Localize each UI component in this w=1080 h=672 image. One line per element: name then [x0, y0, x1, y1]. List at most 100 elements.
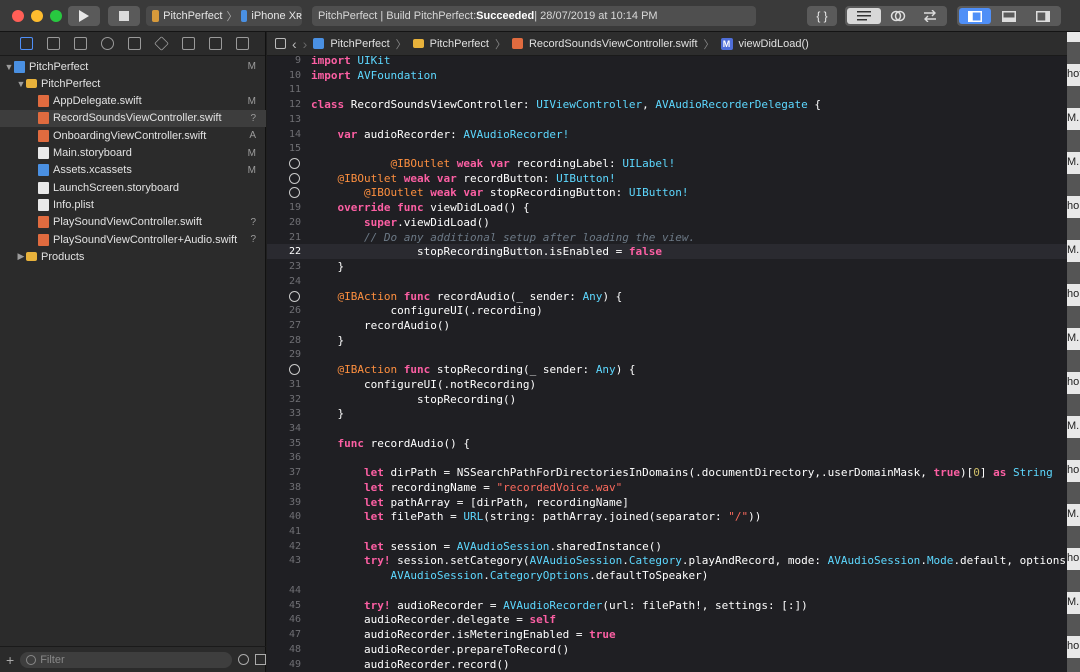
code-line[interactable]: 31 configureUI(.notRecording) — [267, 377, 1067, 392]
code-line[interactable]: 23 } — [267, 259, 1067, 274]
code-line[interactable]: 10 import AVFoundation — [267, 68, 1067, 83]
code-line[interactable]: 36 — [267, 450, 1067, 465]
code-line[interactable]: 27 recordAudio() — [267, 318, 1067, 333]
code-line[interactable]: 46 audioRecorder.delegate = self — [267, 612, 1067, 627]
inspector-toggle-button[interactable] — [1027, 8, 1059, 24]
outlet-connection-circle-icon[interactable] — [289, 364, 300, 376]
assistant-editor-button[interactable] — [883, 8, 913, 24]
code-line[interactable]: 17 @IBOutlet weak var recordButton: UIBu… — [267, 171, 1067, 186]
chevron-left-icon[interactable]: ‹ — [292, 36, 297, 52]
code-line[interactable]: 21 // Do any additional setup after load… — [267, 230, 1067, 245]
minimize-window-button[interactable] — [31, 10, 43, 22]
code-line[interactable]: 44 — [267, 583, 1067, 598]
disclosure-triangle-icon[interactable]: ▼ — [16, 79, 26, 89]
code-line[interactable]: 48 audioRecorder.prepareToRecord() — [267, 642, 1067, 657]
side-window-text: hot — [1067, 68, 1080, 80]
symbol-navigator-icon[interactable] — [74, 37, 87, 50]
outlet-connection-circle-icon[interactable] — [289, 158, 300, 170]
disclosure-triangle-icon[interactable]: ▼ — [4, 62, 14, 72]
scheme-selector[interactable]: PitchPerfect 〉 iPhone Xʀ — [146, 6, 302, 26]
test-navigator-diamond-icon[interactable] — [154, 36, 169, 51]
debug-area-toggle-button[interactable] — [993, 8, 1025, 24]
report-speech-bubble-icon[interactable] — [236, 37, 249, 50]
code-line[interactable]: 29 — [267, 347, 1067, 362]
file-tree-row[interactable]: Main.storyboard M — [0, 145, 266, 162]
file-tree-row[interactable]: ▼ PitchPerfect — [0, 75, 266, 92]
breadcrumb-project[interactable]: PitchPerfect — [330, 38, 389, 50]
code-line[interactable]: 14 var audioRecorder: AVAudioRecorder! — [267, 127, 1067, 142]
code-line[interactable]: 37 let dirPath = NSSearchPathForDirector… — [267, 465, 1067, 480]
code-line[interactable]: 47 audioRecorder.isMeteringEnabled = tru… — [267, 627, 1067, 642]
code-line[interactable]: 19 override func viewDidLoad() { — [267, 200, 1067, 215]
code-line[interactable]: 34 — [267, 421, 1067, 436]
line-number: 40 — [288, 511, 301, 523]
project-navigator-folder-icon[interactable] — [20, 37, 33, 50]
breakpoint-tag-icon[interactable] — [209, 37, 222, 50]
code-line[interactable]: 15 — [267, 141, 1067, 156]
related-items-grid-icon[interactable] — [275, 38, 286, 49]
filter-input[interactable]: Filter — [20, 651, 233, 668]
code-line[interactable]: 26 configureUI(.recording) — [267, 303, 1067, 318]
code-line[interactable]: 28 } — [267, 333, 1067, 348]
file-tree-row[interactable]: ▼ PitchPerfect M — [0, 58, 266, 75]
file-tree-row[interactable]: Assets.xcassets M — [0, 162, 266, 179]
file-tree-row[interactable]: Info.plist — [0, 196, 266, 213]
code-line[interactable]: 12 class RecordSoundsViewController: UIVi… — [267, 97, 1067, 112]
code-line[interactable]: 9 import UIKit — [267, 56, 1067, 68]
standard-editor-button[interactable] — [847, 8, 881, 24]
chevron-right-icon[interactable]: › — [303, 36, 308, 52]
code-line[interactable]: 41 — [267, 524, 1067, 539]
recent-files-clock-icon[interactable] — [238, 654, 250, 665]
zoom-window-button[interactable] — [50, 10, 62, 22]
code-line[interactable]: AVAudioSession.CategoryOptions.defaultTo… — [267, 568, 1067, 583]
disclosure-triangle-icon[interactable]: ▶ — [16, 251, 26, 262]
file-tree-row[interactable]: RecordSoundsViewController.swift? — [0, 109, 266, 127]
code-line[interactable]: 24 — [267, 274, 1067, 289]
code-line[interactable]: 11 — [267, 82, 1067, 97]
file-tree-row[interactable]: LaunchScreen.storyboard — [0, 179, 266, 196]
code-line[interactable]: 25 @IBAction func recordAudio(_ sender: … — [267, 289, 1067, 304]
panel-toggle-segmented-control[interactable] — [957, 6, 1061, 26]
close-window-button[interactable] — [12, 10, 24, 22]
code-line[interactable]: 35 func recordAudio() { — [267, 436, 1067, 451]
code-review-button[interactable]: { } — [807, 6, 837, 26]
code-line[interactable]: 39 let pathArray = [dirPath, recordingNa… — [267, 495, 1067, 510]
breadcrumb-file[interactable]: RecordSoundsViewController.swift — [529, 38, 698, 50]
code-line[interactable]: 16 @IBOutlet weak var recordingLabel: UI… — [267, 156, 1067, 171]
navigator-toggle-button[interactable] — [959, 8, 991, 24]
file-tree-row[interactable]: PlaySoundViewController.swift? — [0, 214, 266, 231]
code-line[interactable]: 38 let recordingName = "recordedVoice.wa… — [267, 480, 1067, 495]
file-tree-row[interactable]: PlaySoundViewController+Audio.swift? — [0, 231, 266, 248]
file-tree-row[interactable]: OnboardingViewController.swift A — [0, 127, 266, 144]
code-line[interactable]: 45 try! audioRecorder = AVAudioRecorder(… — [267, 598, 1067, 613]
stop-button[interactable] — [108, 6, 140, 26]
source-control-icon[interactable] — [47, 37, 60, 50]
code-line[interactable]: 30 @IBAction func stopRecording(_ sender… — [267, 362, 1067, 377]
source-editor[interactable]: 9 import UIKit 10 import AVFoundation 11 12 cl… — [267, 56, 1067, 672]
file-tree-row[interactable]: AppDelegate.swift M — [0, 93, 266, 110]
editor-mode-segmented-control[interactable] — [845, 6, 947, 26]
file-tree-row[interactable]: ▶ Products — [0, 248, 266, 265]
find-navigator-icon[interactable] — [101, 37, 114, 50]
breadcrumb-method[interactable]: viewDidLoad() — [739, 38, 809, 50]
code-line[interactable]: 22 stopRecordingButton.isEnabled = false — [267, 244, 1067, 260]
breadcrumb-group[interactable]: PitchPerfect — [430, 38, 489, 50]
code-line[interactable]: 42 let session = AVAudioSession.sharedIn… — [267, 539, 1067, 554]
run-button[interactable] — [68, 6, 100, 26]
code-line[interactable]: 32 stopRecording() — [267, 392, 1067, 407]
code-line[interactable]: 33 } — [267, 406, 1067, 421]
code-line[interactable]: 13 — [267, 112, 1067, 127]
code-line[interactable]: 20 super.viewDidLoad() — [267, 215, 1067, 230]
code-line[interactable]: 43 try! session.setCategory(AVAudioSessi… — [267, 553, 1067, 568]
code-line[interactable]: 40 let filePath = URL(string: pathArray.… — [267, 509, 1067, 524]
outlet-connection-circle-icon[interactable] — [289, 187, 300, 199]
version-editor-button[interactable] — [915, 8, 945, 24]
issue-warning-icon[interactable] — [128, 37, 141, 50]
debug-navigator-icon[interactable] — [182, 37, 195, 50]
code-line[interactable]: 49 audioRecorder.record() — [267, 657, 1067, 672]
outlet-connection-circle-icon[interactable] — [289, 172, 300, 184]
code-line[interactable]: 18 @IBOutlet weak var stopRecordingButto… — [267, 185, 1067, 200]
modified-files-filter-icon[interactable] — [255, 654, 266, 665]
add-file-plus-icon[interactable]: + — [6, 652, 14, 668]
outlet-connection-circle-icon[interactable] — [289, 290, 300, 302]
